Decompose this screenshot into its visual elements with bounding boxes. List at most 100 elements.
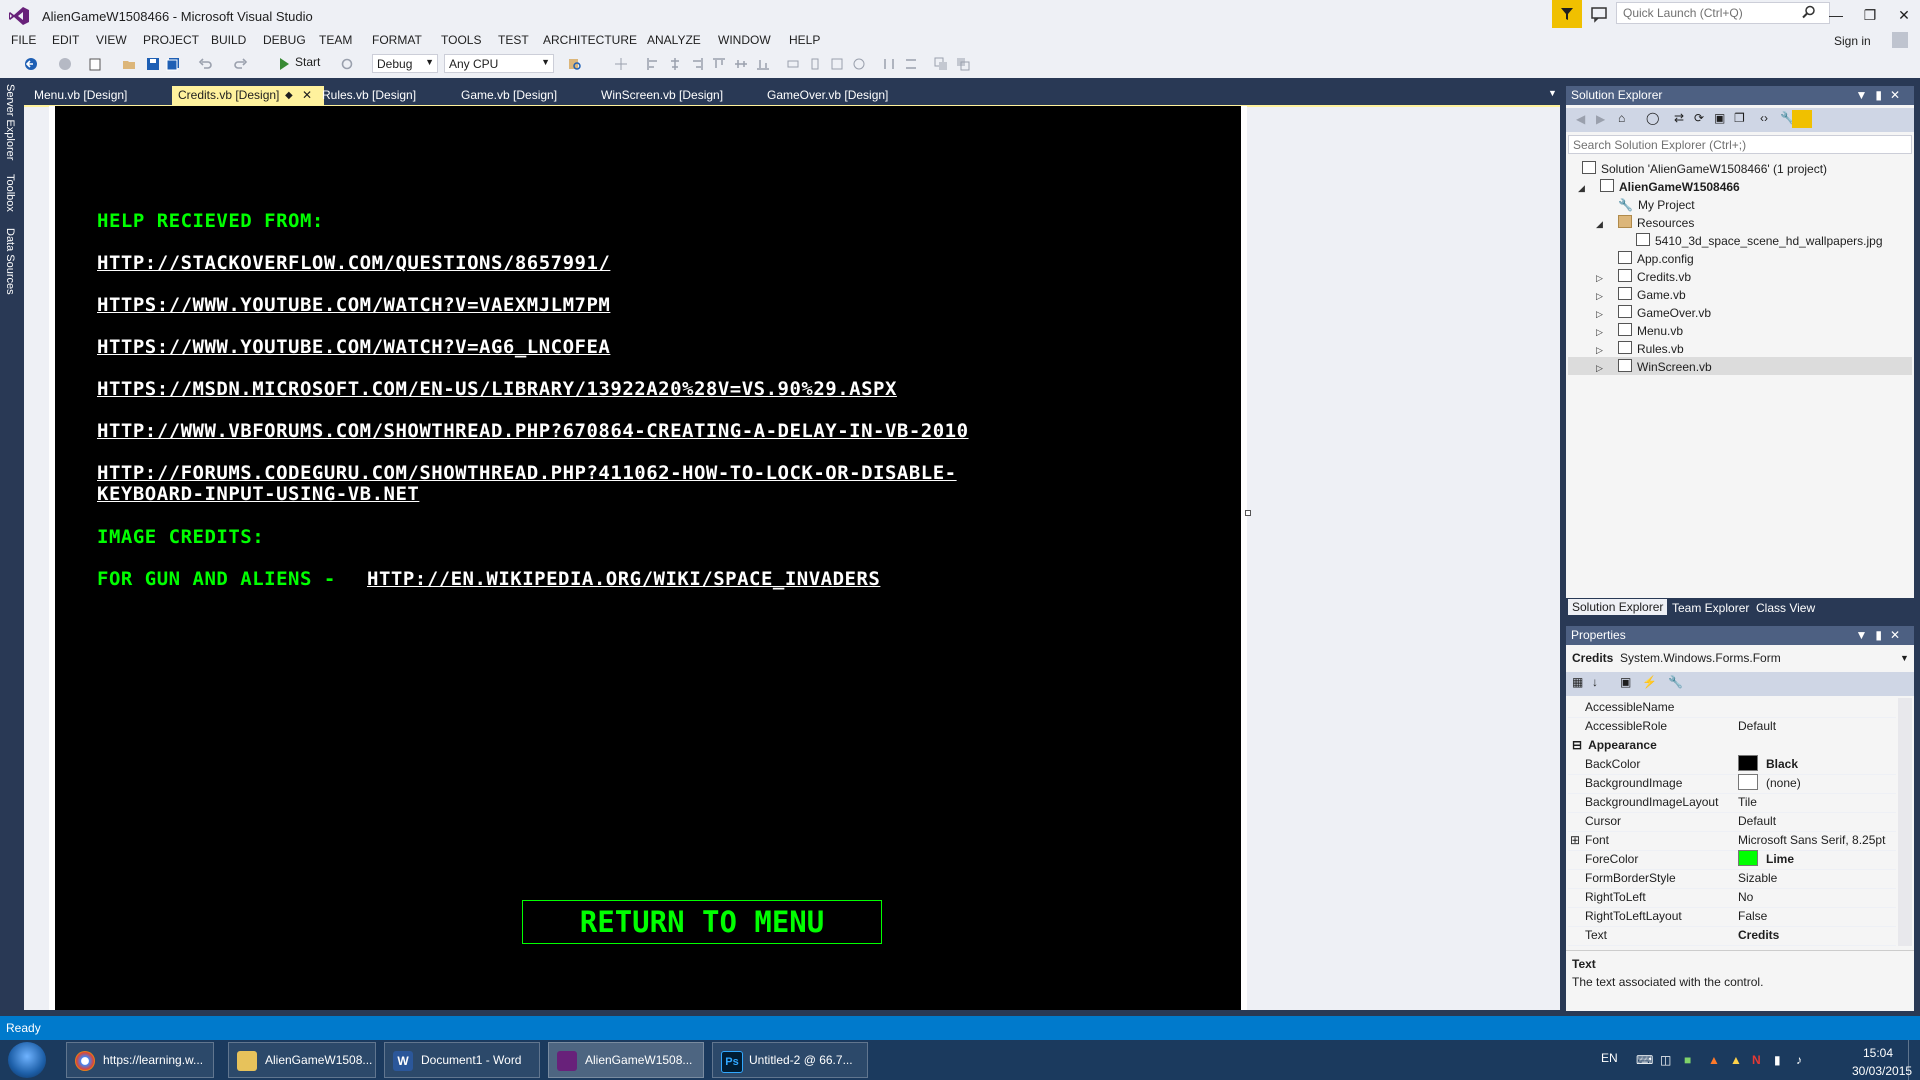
credit-link-youtube-1[interactable]: https://www.youtube.com/watch?v=vaEXmJLm…: [97, 294, 610, 316]
properties-scrollbar[interactable]: [1898, 698, 1912, 946]
menu-format[interactable]: FORMAT: [372, 33, 422, 47]
taskbar-item-photoshop[interactable]: Ps Untitled-2 @ 66.7...: [712, 1042, 868, 1078]
restore-button[interactable]: ❐: [1855, 4, 1885, 26]
collapse-icon[interactable]: ▷: [1596, 273, 1603, 284]
sync-icon[interactable]: ⇄: [1674, 111, 1684, 125]
credit-link-codeguru-line2[interactable]: keyboard-input-using-vb.net: [97, 483, 419, 505]
antivirus-icon[interactable]: N: [1752, 1053, 1761, 1067]
tree-item-gameover-vb[interactable]: GameOver.vb: [1618, 304, 1711, 322]
tab-solution-explorer[interactable]: Solution Explorer: [1568, 599, 1668, 615]
tab-credits-design[interactable]: Credits.vb [Design] ◆ ✕: [172, 86, 324, 105]
undo-icon[interactable]: [198, 57, 212, 71]
alert-tray-icon[interactable]: ▲: [1708, 1053, 1720, 1067]
clock[interactable]: 15:04 30/03/2015: [1852, 1046, 1912, 1078]
refresh-icon[interactable]: [340, 57, 354, 71]
battery-icon[interactable]: ▮: [1774, 1053, 1781, 1067]
credit-link-vbforums[interactable]: http://www.vbforums.com/showthread.php?6…: [97, 420, 969, 442]
menu-build[interactable]: BUILD: [211, 33, 246, 47]
property-value[interactable]: False: [1738, 907, 1767, 926]
tab-winscreen-design[interactable]: WinScreen.vb [Design]: [601, 86, 723, 105]
server-explorer-tab[interactable]: Server Explorer: [4, 84, 16, 160]
property-row[interactable]: RightToLeft No: [1568, 888, 1896, 908]
tree-item-winscreen-vb[interactable]: WinScreen.vb: [1618, 358, 1712, 376]
feedback-icon[interactable]: [1590, 5, 1608, 23]
collapse-icon[interactable]: ⊟: [1572, 738, 1582, 752]
tab-class-view[interactable]: Class View: [1756, 601, 1815, 615]
property-value[interactable]: Microsoft Sans Serif, 8.25pt: [1738, 831, 1885, 850]
find-in-files-icon[interactable]: [568, 57, 582, 71]
property-value[interactable]: Credits: [1738, 926, 1779, 945]
credits-form[interactable]: Help recieved from: http://stackoverflow…: [55, 106, 1241, 1010]
pending-changes-filter-icon[interactable]: ◯: [1646, 111, 1659, 125]
toolbox-tab[interactable]: Toolbox: [4, 174, 16, 212]
property-row[interactable]: AccessibleRole Default: [1568, 717, 1896, 737]
start-button[interactable]: Start: [295, 55, 320, 69]
menu-help[interactable]: HELP: [789, 33, 820, 47]
property-value[interactable]: Default: [1738, 717, 1776, 736]
property-row[interactable]: FormBorderStyle Sizable: [1568, 869, 1896, 889]
refresh-icon[interactable]: ⟳: [1694, 111, 1704, 125]
align-grid-icon[interactable]: [614, 57, 628, 71]
categorized-icon[interactable]: ▦: [1572, 675, 1583, 689]
property-row[interactable]: ForeColor Lime: [1568, 850, 1896, 870]
tab-rules-design[interactable]: Rules.vb [Design]: [322, 86, 416, 105]
data-sources-tab[interactable]: Data Sources: [4, 228, 16, 295]
configuration-select[interactable]: Debug ▼: [372, 54, 438, 73]
sign-in-link[interactable]: Sign in: [1834, 34, 1871, 48]
tree-item-app-config[interactable]: App.config: [1618, 250, 1694, 268]
expand-icon[interactable]: ⊞: [1570, 831, 1580, 850]
align-centers-icon[interactable]: [668, 57, 682, 71]
align-bottoms-icon[interactable]: [756, 57, 770, 71]
redo-icon[interactable]: [234, 57, 248, 71]
taskbar-item-visual-studio[interactable]: AlienGameW1508...: [548, 1042, 704, 1078]
user-icon[interactable]: [1892, 32, 1908, 48]
preview-selected-icon[interactable]: [1792, 110, 1812, 128]
save-all-icon[interactable]: [166, 57, 180, 71]
help-heading-label[interactable]: Help recieved from:: [97, 210, 324, 232]
forward-icon[interactable]: [58, 57, 72, 71]
property-value[interactable]: Black: [1738, 755, 1798, 774]
property-value[interactable]: Sizable: [1738, 869, 1777, 888]
property-value[interactable]: Tile: [1738, 793, 1757, 812]
dropdown-icon[interactable]: ▼: [1855, 88, 1875, 102]
property-row[interactable]: ⊞ Font Microsoft Sans Serif, 8.25pt: [1568, 831, 1896, 851]
project-node[interactable]: AlienGameW1508466: [1600, 178, 1740, 196]
alphabetical-icon[interactable]: ↓: [1592, 675, 1598, 689]
form-resize-handle[interactable]: [1245, 510, 1251, 516]
tree-item-game-vb[interactable]: Game.vb: [1618, 286, 1686, 304]
new-project-icon[interactable]: [88, 57, 102, 71]
shield-icon[interactable]: ▲: [1730, 1053, 1742, 1067]
tree-item-wallpaper-jpg[interactable]: 5410_3d_space_scene_hd_wallpapers.jpg: [1636, 232, 1883, 250]
sync-tray-icon[interactable]: ■: [1684, 1053, 1691, 1067]
collapse-icon[interactable]: ▷: [1596, 309, 1603, 320]
start-debugging-icon[interactable]: [277, 57, 291, 71]
events-lightning-icon[interactable]: ⚡: [1642, 675, 1657, 689]
property-row[interactable]: BackColor Black: [1568, 755, 1896, 775]
menu-view[interactable]: VIEW: [96, 33, 127, 47]
tab-overflow-icon[interactable]: ▼: [1548, 88, 1557, 98]
taskbar-item-explorer[interactable]: AlienGameW1508...: [228, 1042, 376, 1078]
property-row[interactable]: RightToLeftLayout False: [1568, 907, 1896, 927]
property-value[interactable]: (none): [1738, 774, 1801, 793]
notifications-filter-icon[interactable]: [1552, 0, 1582, 28]
chevron-down-icon[interactable]: ▼: [1900, 653, 1909, 663]
tab-team-explorer[interactable]: Team Explorer: [1672, 601, 1749, 615]
property-row[interactable]: AccessibleName: [1568, 698, 1896, 718]
property-value[interactable]: Default: [1738, 812, 1776, 831]
credit-link-stackoverflow[interactable]: http://stackoverflow.com/questions/86579…: [97, 252, 610, 274]
dropdown-icon[interactable]: ▼: [1855, 628, 1875, 642]
menu-debug[interactable]: DEBUG: [263, 33, 306, 47]
tree-item-my-project[interactable]: 🔧 My Project: [1618, 196, 1695, 214]
vertical-spacing-icon[interactable]: [904, 57, 918, 71]
close-tab-icon[interactable]: ✕: [302, 86, 312, 105]
show-desktop-button[interactable]: [1908, 1040, 1920, 1080]
collapse-icon[interactable]: ▷: [1596, 291, 1603, 302]
minimize-button[interactable]: —: [1821, 4, 1851, 26]
expand-icon[interactable]: ◢: [1578, 183, 1585, 194]
property-category-appearance[interactable]: ⊟ Appearance: [1568, 736, 1896, 755]
make-same-size-icon[interactable]: [852, 57, 866, 71]
property-value[interactable]: No: [1738, 888, 1753, 907]
menu-window[interactable]: WINDOW: [718, 33, 771, 47]
taskbar-item-word[interactable]: W Document1 - Word: [384, 1042, 540, 1078]
quick-launch-input[interactable]: Quick Launch (Ctrl+Q): [1616, 2, 1830, 24]
